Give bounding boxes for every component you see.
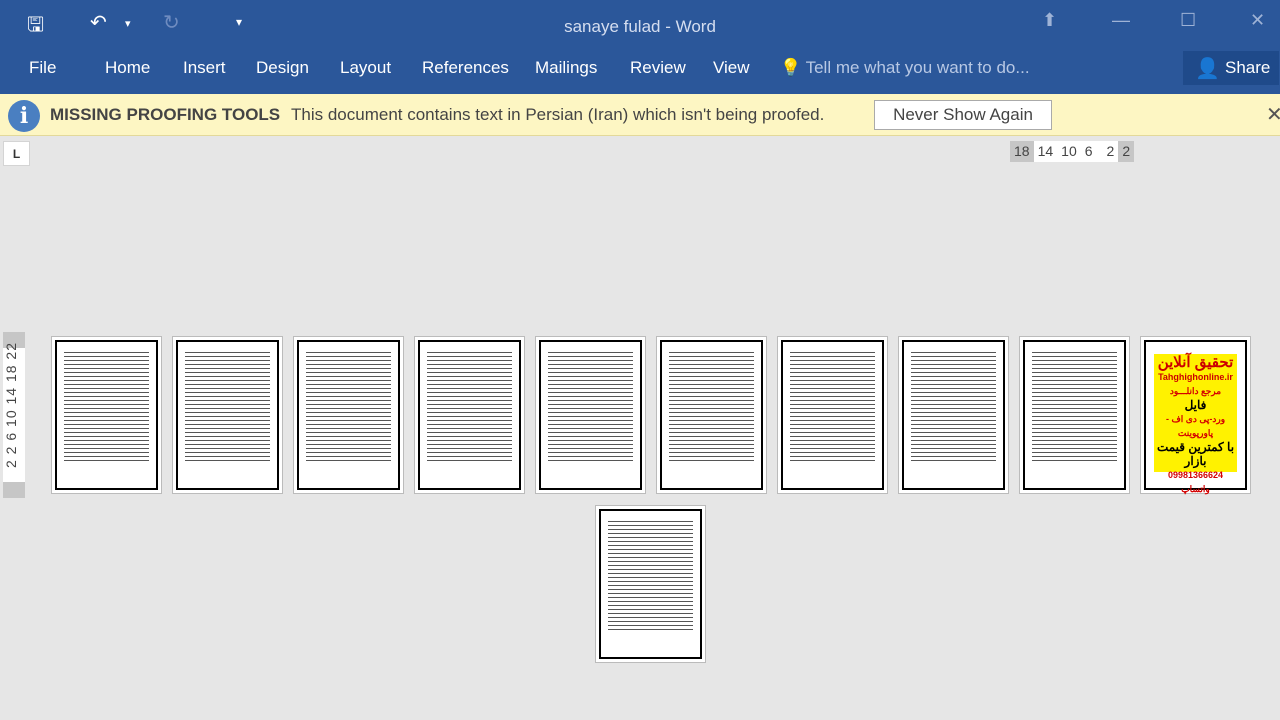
page-text: [790, 350, 875, 461]
tab-selector[interactable]: L: [3, 141, 30, 166]
page-thumbnail-ad[interactable]: تحقیق آنلاین Tahghighonline.ir مرجع دانل…: [1140, 336, 1251, 494]
ruler-tick: 18: [1010, 141, 1034, 162]
maximize-icon[interactable]: ☐: [1180, 10, 1196, 31]
ad-text: مرجع دانلـــود: [1169, 386, 1222, 396]
page-thumbnail[interactable]: [595, 505, 706, 663]
page-thumbnail[interactable]: [51, 336, 162, 494]
ad-text: با کمترین قیمت بازار: [1156, 440, 1235, 468]
ruler-tick: 10: [1057, 141, 1081, 162]
ruler-tick: 6: [1080, 141, 1097, 162]
ad-title: تحقیق آنلاین: [1157, 354, 1234, 371]
ruler-tick: 2: [1118, 141, 1135, 162]
lightbulb-icon: 💡: [780, 58, 802, 77]
ruler-margin: [3, 482, 25, 498]
tab-home[interactable]: Home: [105, 58, 150, 78]
page-text: [1032, 350, 1117, 461]
tell-me-search[interactable]: 💡 Tell me what you want to do...: [780, 58, 1030, 78]
page-thumbnail[interactable]: [656, 336, 767, 494]
share-label: Share: [1225, 58, 1271, 77]
ad-site: Tahghighonline.ir: [1158, 372, 1233, 382]
minimize-icon[interactable]: —: [1112, 10, 1130, 31]
ad-phone: 09981366624 واتساپ: [1167, 470, 1224, 494]
horizontal-ruler[interactable]: 18 14 10 6 2 2: [1010, 141, 1135, 162]
page-text: [427, 350, 512, 461]
page-thumbnail[interactable]: [1019, 336, 1130, 494]
page-text: [669, 350, 754, 461]
page-text: [306, 350, 391, 461]
page-thumbnail[interactable]: [414, 336, 525, 494]
message-bar: i MISSING PROOFING TOOLS This document c…: [0, 94, 1280, 136]
ribbon-display-icon[interactable]: ⬆: [1042, 10, 1057, 31]
ad-text: ورد-پی دی اف - پاورپوینت: [1165, 414, 1226, 438]
page-thumbnail[interactable]: [777, 336, 888, 494]
title-bar: 🖫 ↶ ▾ ↻ ▾ sanaye fulad - Word ⬆ — ☐ ✕ Fi…: [0, 0, 1280, 94]
page-text: [608, 519, 693, 630]
tab-file[interactable]: File: [29, 58, 56, 78]
tab-review[interactable]: Review: [630, 58, 686, 78]
page-text: [64, 350, 149, 461]
tab-layout[interactable]: Layout: [340, 58, 391, 78]
tab-design[interactable]: Design: [256, 58, 309, 78]
message-title: MISSING PROOFING TOOLS: [50, 105, 281, 124]
tab-references[interactable]: References: [422, 58, 509, 78]
info-icon: i: [8, 100, 40, 132]
page-thumbnail[interactable]: [172, 336, 283, 494]
page-thumbnail[interactable]: [535, 336, 646, 494]
share-icon: 👤: [1195, 58, 1220, 80]
page-thumbnail[interactable]: [898, 336, 1009, 494]
page-text: [911, 350, 996, 461]
vertical-ruler[interactable]: 2 2 6 10 14 18 22: [3, 332, 25, 498]
vertical-ruler-labels: 2 2 6 10 14 18 22: [3, 342, 19, 468]
message-text: This document contains text in Persian (…: [291, 105, 825, 124]
close-message-icon[interactable]: ✕: [1266, 102, 1280, 127]
page-text: [548, 350, 633, 461]
page-text: [185, 350, 270, 461]
tab-mailings[interactable]: Mailings: [535, 58, 597, 78]
tell-me-text: Tell me what you want to do...: [805, 58, 1030, 77]
close-icon[interactable]: ✕: [1250, 10, 1265, 31]
share-button[interactable]: 👤 Share: [1183, 51, 1279, 85]
tab-view[interactable]: View: [713, 58, 750, 78]
ad-text: فایل: [1184, 398, 1207, 412]
ruler-tick: 14: [1033, 141, 1058, 162]
window-title: sanaye fulad - Word: [564, 17, 716, 36]
advertisement-image: تحقیق آنلاین Tahghighonline.ir مرجع دانل…: [1154, 354, 1237, 494]
page-thumbnail[interactable]: [293, 336, 404, 494]
never-show-again-button[interactable]: Never Show Again: [874, 100, 1052, 130]
ruler-tick: 2: [1096, 141, 1119, 162]
tab-insert[interactable]: Insert: [183, 58, 226, 78]
